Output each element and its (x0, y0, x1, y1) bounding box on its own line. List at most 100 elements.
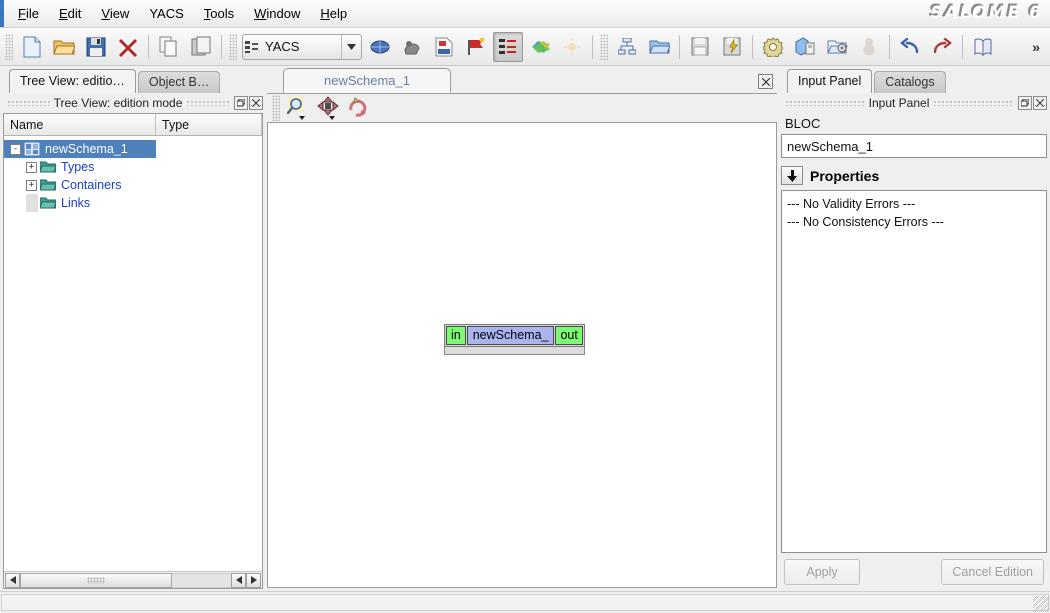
dock-drag-handle[interactable] (7, 100, 50, 106)
column-header-name[interactable]: Name (4, 114, 156, 135)
open-schema-button[interactable] (644, 32, 674, 62)
copy-button[interactable] (154, 32, 184, 62)
settings-gear-button[interactable] (758, 32, 788, 62)
import-button[interactable] (397, 32, 427, 62)
tree-item-label: Containers (61, 178, 122, 192)
run-schema-button[interactable] (525, 32, 555, 62)
module-selector-combo[interactable]: YACS (242, 33, 362, 60)
open-document-button[interactable] (49, 32, 79, 62)
sun-button[interactable] (557, 32, 587, 62)
undo-button[interactable] (895, 32, 925, 62)
close-tab-button[interactable] (758, 74, 773, 89)
menu-help[interactable]: Help (310, 3, 357, 24)
gear-icon (763, 36, 783, 57)
flag-button[interactable] (461, 32, 491, 62)
resize-grip[interactable] (1033, 596, 1049, 612)
chevron-down-icon[interactable] (329, 116, 335, 120)
tree-body: - newSchema_1 + Types + Containers Links (4, 136, 262, 571)
dock-drag-handle[interactable] (785, 100, 865, 106)
column-header-type[interactable]: Type (156, 114, 262, 135)
node-title[interactable]: newSchema_ (466, 326, 555, 345)
tab-object-browser[interactable]: Object B… (137, 71, 221, 93)
tree-item-containers[interactable]: + Containers (4, 176, 262, 194)
new-document-button[interactable] (17, 32, 47, 62)
save-run-button[interactable] (717, 32, 747, 62)
tree-horizontal-scrollbar[interactable] (4, 571, 262, 588)
tab-newschema-1[interactable]: newSchema_1 (283, 68, 451, 93)
status-bar (0, 591, 1050, 613)
left-dock-float-button[interactable] (234, 96, 248, 110)
expand-expander-icon[interactable]: + (26, 161, 37, 173)
tree-item-newschema[interactable]: - newSchema_1 (4, 140, 156, 158)
node-body-row[interactable]: in newSchema_ out (444, 324, 585, 347)
new-document-icon (22, 36, 42, 58)
rotate-reset-icon (347, 96, 369, 117)
folder-gear-button[interactable] (822, 32, 852, 62)
properties-toggle-button[interactable] (781, 166, 803, 185)
chevron-down-icon[interactable] (341, 34, 361, 59)
toolbar-grip-2[interactable] (600, 33, 608, 60)
scrollbar-thumb[interactable] (20, 572, 172, 588)
tree-item-types[interactable]: + Types (4, 158, 262, 176)
dock-drag-handle-right[interactable] (186, 100, 229, 106)
toolbar-overflow-button[interactable]: » (1028, 37, 1044, 57)
menu-yacs[interactable]: YACS (139, 3, 193, 24)
apply-button[interactable]: Apply (784, 559, 860, 585)
salome-logo: SALOME 6 (929, 2, 1042, 22)
tab-tree-view[interactable]: Tree View: editio… (9, 69, 136, 93)
schema-canvas[interactable]: in newSchema_ out (267, 122, 777, 588)
view-toolbar-grip[interactable] (272, 95, 280, 121)
validity-message: --- No Validity Errors --- (787, 197, 916, 211)
scroll-right-arrow-icon[interactable] (246, 572, 261, 588)
mesh-module-button[interactable] (365, 32, 395, 62)
pan-tool-button[interactable] (313, 95, 343, 121)
left-dock-close-button[interactable] (249, 96, 263, 110)
folder-gear-icon (826, 37, 848, 56)
tab-catalogs[interactable]: Catalogs (874, 71, 946, 93)
menu-edit[interactable]: Edit (49, 3, 91, 24)
container-button[interactable] (790, 32, 820, 62)
book-button[interactable] (968, 32, 998, 62)
cancel-edition-button[interactable]: Cancel Edition (941, 559, 1044, 585)
tree-view: Name Type - newSchema_1 + Types + Contai… (3, 113, 263, 589)
tree-header: Name Type (4, 114, 262, 136)
save-document-button[interactable] (81, 32, 111, 62)
salome-yacs-window: File Edit View YACS Tools Window Help SA… (0, 0, 1050, 613)
toolbar-grip[interactable] (5, 33, 13, 60)
new-schema-button[interactable] (493, 31, 523, 62)
zoom-tool-button[interactable] (283, 95, 313, 121)
collapse-expander-icon[interactable]: - (10, 143, 21, 155)
tab-input-panel[interactable]: Input Panel (787, 69, 873, 93)
open-folder-icon (53, 37, 75, 57)
save-schema-button[interactable] (685, 32, 715, 62)
tree-schema-button[interactable] (612, 32, 642, 62)
dock-drag-handle-right[interactable] (933, 100, 1013, 106)
right-dock-float-button[interactable] (1018, 96, 1032, 110)
module-toolbar-grip[interactable] (229, 33, 237, 60)
reset-view-button[interactable] (343, 95, 373, 121)
delete-button[interactable] (113, 32, 143, 62)
chevron-down-icon[interactable] (299, 116, 305, 120)
folder-teal-icon (40, 196, 57, 210)
node-in-port[interactable]: in (446, 326, 466, 345)
menu-view[interactable]: View (91, 3, 139, 24)
validation-messages-box[interactable]: --- No Validity Errors --- --- No Consis… (781, 190, 1047, 553)
scroll-left-arrow-icon-2[interactable] (231, 572, 246, 588)
globe-blue-icon (370, 38, 390, 56)
node-out-port[interactable]: out (555, 326, 583, 345)
expand-expander-icon[interactable]: + (26, 179, 37, 191)
paste-button[interactable] (186, 32, 216, 62)
menu-window[interactable]: Window (244, 3, 310, 24)
med-file-button[interactable] (429, 32, 459, 62)
node-name-input[interactable]: newSchema_1 (781, 134, 1047, 158)
right-dock-close-button[interactable] (1033, 96, 1047, 110)
menu-file[interactable]: File (8, 3, 49, 24)
scrollbar-track[interactable] (20, 572, 231, 588)
tree-item-links[interactable]: Links (4, 194, 262, 212)
dump-state-button[interactable] (854, 32, 884, 62)
right-dock-title: Input Panel (868, 96, 930, 110)
scroll-left-arrow-icon[interactable] (5, 572, 20, 588)
redo-button[interactable] (927, 32, 957, 62)
menu-tools[interactable]: Tools (194, 3, 244, 24)
schema-node-newschema[interactable]: in newSchema_ out (444, 324, 585, 355)
